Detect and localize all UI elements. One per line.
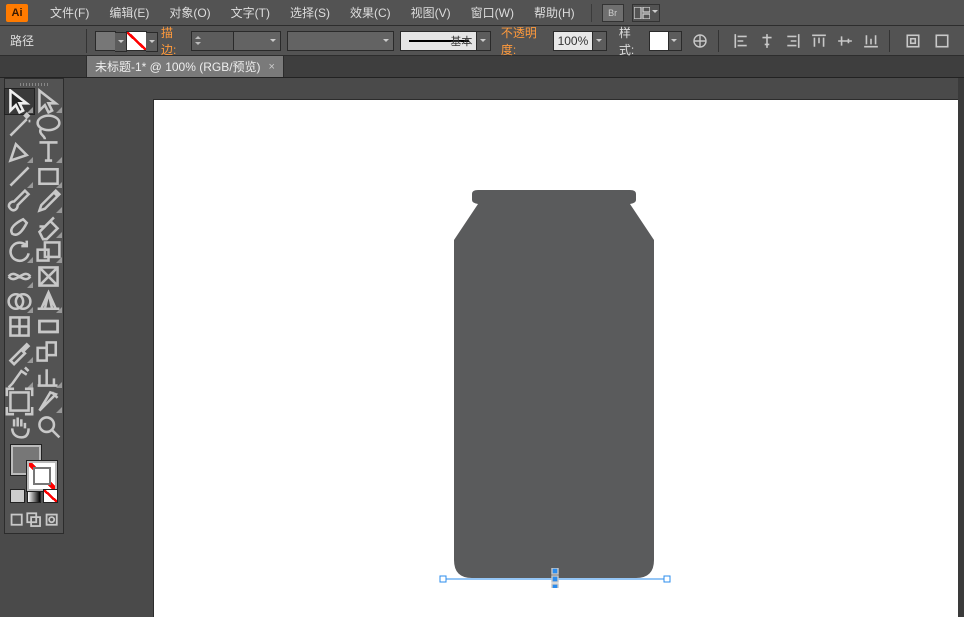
align-vcenter-icon[interactable] (833, 30, 857, 52)
lasso-tool[interactable] (34, 114, 63, 139)
separator (718, 30, 719, 52)
separator (889, 30, 890, 52)
brush-name-label: 基本 (450, 33, 472, 49)
align-button-group (729, 30, 883, 52)
variable-width-profile-dropdown[interactable] (287, 31, 393, 51)
menu-file[interactable]: 文件(F) (40, 1, 99, 25)
selection-tool[interactable] (5, 89, 34, 114)
menu-edit[interactable]: 编辑(E) (99, 1, 159, 25)
mesh-tool[interactable] (5, 314, 34, 339)
menu-window[interactable]: 窗口(W) (461, 1, 524, 25)
width-tool[interactable] (5, 264, 34, 289)
control-bar: 路径 描边: 基本 不透明度: 100% 样式: (0, 26, 964, 56)
style-label: 样式: (619, 24, 645, 58)
stroke-swatch[interactable] (126, 31, 147, 51)
tools-panel (4, 78, 64, 534)
transform-panel-icon[interactable] (901, 30, 924, 52)
menu-view[interactable]: 视图(V) (401, 1, 461, 25)
fill-stroke-wells[interactable] (5, 439, 63, 487)
hand-tool[interactable] (5, 414, 34, 439)
rotate-tool[interactable] (5, 239, 34, 264)
arrange-documents-icon[interactable] (632, 4, 660, 22)
align-right-icon[interactable] (781, 30, 805, 52)
path-object-jar[interactable] (454, 190, 654, 580)
gradient-tool[interactable] (34, 314, 63, 339)
document-tab-title: 未标题-1* @ 100% (RGB/预览) (95, 58, 261, 75)
opacity-label: 不透明度: (501, 24, 551, 58)
align-left-icon[interactable] (729, 30, 753, 52)
menu-bar: Ai 文件(F) 编辑(E) 对象(O) 文字(T) 选择(S) 效果(C) 视… (0, 0, 964, 26)
stroke-label: 描边: (161, 24, 187, 58)
zoom-tool[interactable] (34, 414, 63, 439)
graphic-style-swatch[interactable] (649, 31, 668, 51)
artboard[interactable] (154, 100, 964, 617)
direct-selection-tool[interactable] (34, 89, 63, 114)
close-tab-icon[interactable]: × (269, 61, 275, 73)
app-logo: Ai (6, 4, 28, 22)
menu-effect[interactable]: 效果(C) (340, 1, 401, 25)
slice-tool[interactable] (34, 389, 63, 414)
align-top-icon[interactable] (807, 30, 831, 52)
paintbrush-tool[interactable] (5, 189, 34, 214)
color-mode-solid[interactable] (10, 489, 25, 503)
isolate-icon[interactable] (931, 30, 954, 52)
rectangle-tool[interactable] (34, 164, 63, 189)
pencil-tool[interactable] (34, 189, 63, 214)
opacity-value-field[interactable]: 100% (553, 31, 594, 51)
perspective-grid-tool[interactable] (34, 289, 63, 314)
stroke-well[interactable] (27, 461, 57, 491)
column-graph-tool[interactable] (34, 364, 63, 389)
color-mode-gradient[interactable] (27, 489, 42, 503)
fill-swatch[interactable] (95, 31, 116, 51)
magic-wand-tool[interactable] (5, 114, 34, 139)
draw-behind-icon[interactable] (26, 509, 41, 531)
opacity-caret[interactable] (593, 31, 607, 51)
menu-object[interactable]: 对象(O) (159, 1, 220, 25)
active-tool-label: 路径 (10, 32, 78, 49)
menu-select[interactable]: 选择(S) (280, 1, 340, 25)
recolor-artwork-icon[interactable] (688, 30, 711, 52)
color-mode-none[interactable] (43, 489, 58, 503)
document-tab-strip: 未标题-1* @ 100% (RGB/预览) × (0, 56, 964, 78)
symbol-sprayer-tool[interactable] (5, 364, 34, 389)
brush-caret[interactable] (477, 31, 491, 51)
separator (86, 29, 87, 53)
pen-tool[interactable] (5, 139, 34, 164)
free-transform-tool[interactable] (34, 264, 63, 289)
align-hcenter-icon[interactable] (755, 30, 779, 52)
style-caret[interactable] (669, 31, 683, 51)
type-tool[interactable] (34, 139, 63, 164)
eyedropper-tool[interactable] (5, 339, 34, 364)
screen-mode-buttons (9, 509, 59, 531)
artboard-tool[interactable] (5, 389, 34, 414)
eraser-tool[interactable] (34, 214, 63, 239)
shape-builder-tool[interactable] (5, 289, 34, 314)
panel-dock[interactable] (958, 78, 964, 617)
color-mode-boxes (9, 489, 59, 505)
draw-normal-icon[interactable] (9, 509, 24, 531)
stroke-weight-dropdown[interactable] (233, 31, 281, 51)
separator (591, 4, 592, 22)
brush-definition-dropdown[interactable]: 基本 (400, 31, 477, 51)
align-bottom-icon[interactable] (859, 30, 883, 52)
document-tab[interactable]: 未标题-1* @ 100% (RGB/预览) × (86, 55, 284, 77)
blend-tool[interactable] (34, 339, 63, 364)
menu-help[interactable]: 帮助(H) (524, 1, 585, 25)
bridge-icon[interactable]: Br (602, 4, 624, 22)
canvas-area[interactable] (80, 78, 964, 617)
menu-type[interactable]: 文字(T) (221, 1, 280, 25)
draw-inside-icon[interactable] (44, 509, 59, 531)
stroke-weight-stepper[interactable] (191, 31, 234, 51)
blob-brush-tool[interactable] (5, 214, 34, 239)
line-segment-tool[interactable] (5, 164, 34, 189)
scale-tool[interactable] (34, 239, 63, 264)
